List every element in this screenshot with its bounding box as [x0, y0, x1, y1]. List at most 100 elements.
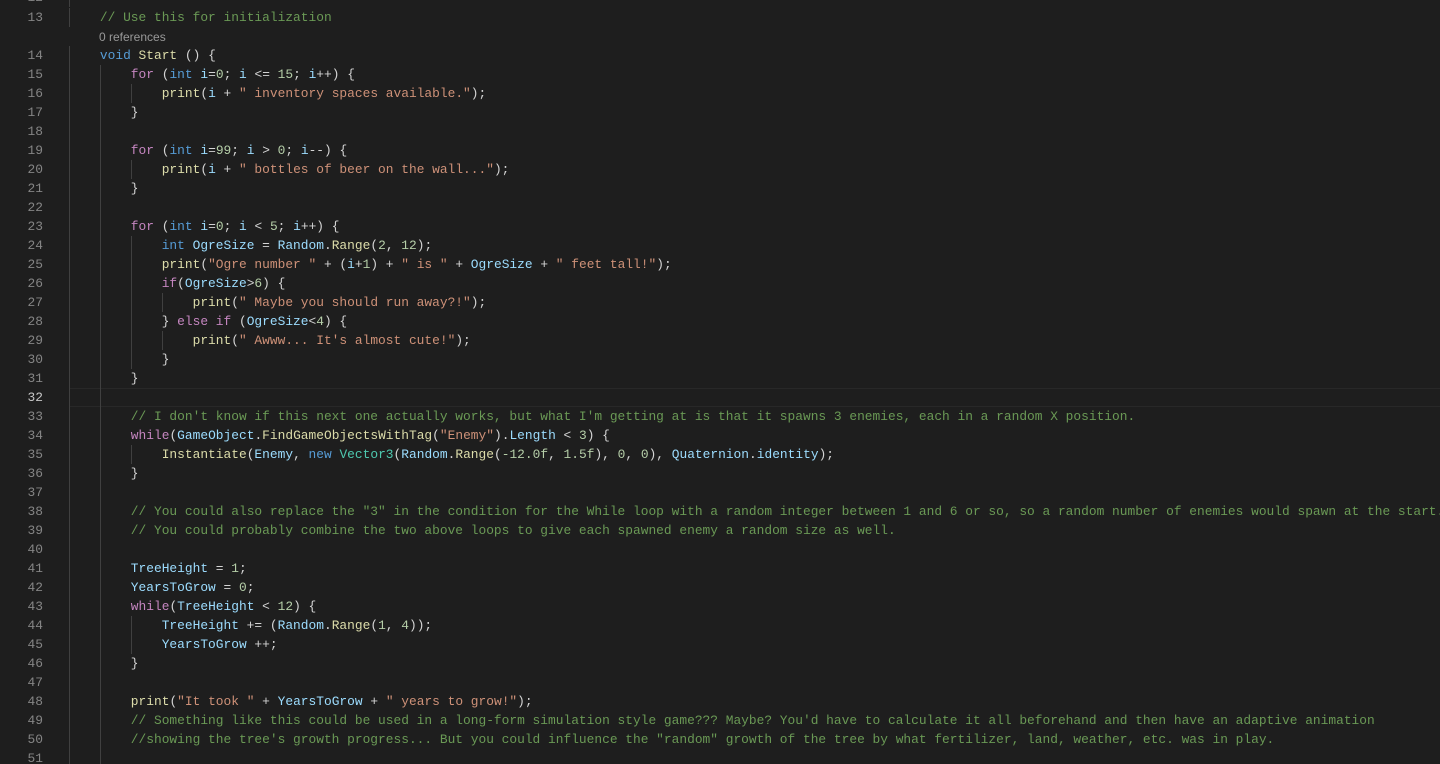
punctuation: ) { — [586, 428, 610, 443]
indent-guide — [69, 692, 70, 711]
identifier: OgreSize — [470, 257, 533, 272]
indent-guide — [130, 445, 132, 464]
indent-guide — [69, 255, 70, 274]
code-line[interactable]: YearsToGrow = 0; — [131, 578, 255, 597]
code-line[interactable]: int OgreSize = Random.Range(2, 12); — [162, 236, 432, 255]
number-literal: 0 — [215, 219, 224, 234]
punctuation: . — [323, 618, 332, 633]
code-line[interactable]: } else if (OgreSize<4) { — [162, 312, 347, 331]
code-line[interactable]: while(GameObject.FindGameObjectsWithTag(… — [131, 426, 610, 445]
indent-guide — [130, 293, 132, 312]
code-line[interactable]: print("Ogre number " + (i+1) + " is " + … — [162, 255, 672, 274]
code-line[interactable]: // Use this for initialization — [100, 8, 332, 27]
indent-guide — [69, 635, 70, 654]
code-line[interactable]: print(" Maybe you should run away?!"); — [193, 293, 487, 312]
punctuation: ( — [494, 447, 502, 462]
function-name: Range — [331, 618, 371, 633]
code-line[interactable]: for (int i=99; i > 0; i--) { — [131, 141, 347, 160]
code-line[interactable]: } — [162, 350, 170, 369]
line-number: 38 — [27, 504, 43, 519]
indent-guide — [99, 331, 101, 350]
code-line[interactable]: for (int i=0; i <= 15; i++) { — [131, 65, 355, 84]
code-line[interactable]: // You could probably combine the two ab… — [131, 521, 896, 540]
number-literal: 1 — [378, 618, 386, 633]
indent-guide — [99, 84, 101, 103]
code-line[interactable]: if(OgreSize>6) { — [162, 274, 286, 293]
control-keyword: while — [130, 428, 170, 443]
indent-guide — [130, 84, 132, 103]
identifier: YearsToGrow — [277, 694, 363, 709]
code-line[interactable]: print(" Awww... It's almost cute!"); — [193, 331, 471, 350]
code-line[interactable]: // I don't know if this next one actuall… — [131, 407, 1135, 426]
code-line[interactable]: } — [131, 654, 139, 673]
line-number: 31 — [27, 371, 43, 386]
punctuation: } — [161, 352, 170, 367]
line-number: 49 — [27, 713, 43, 728]
function-name: print — [192, 333, 232, 348]
punctuation — [208, 314, 216, 329]
indent-guide — [99, 616, 101, 635]
indent-guide — [130, 255, 132, 274]
line-number: 22 — [27, 200, 43, 215]
identifier: i — [208, 162, 216, 177]
punctuation: )); — [408, 618, 433, 633]
punctuation: ); — [517, 694, 533, 709]
punctuation: < — [254, 599, 278, 614]
code-line[interactable]: TreeHeight += (Random.Range(1, 4)); — [162, 616, 432, 635]
indent-guide — [69, 407, 70, 426]
code-line[interactable]: for (int i=0; i < 5; i++) { — [131, 217, 340, 236]
indent-guide — [69, 312, 70, 331]
identifier: i — [239, 67, 247, 82]
code-line[interactable]: } — [131, 103, 139, 122]
code-line[interactable]: print(i + " bottles of beer on the wall.… — [162, 160, 510, 179]
code-line[interactable]: while(TreeHeight < 12) { — [131, 597, 316, 616]
indent-guide — [69, 65, 70, 84]
indent-guide — [130, 616, 132, 635]
code-editor[interactable]: 0 references 1213// Use this for initial… — [0, 0, 1440, 764]
indent-guide — [69, 730, 70, 749]
type-name: Vector3 — [339, 447, 394, 462]
line-number: 14 — [27, 48, 43, 63]
code-line[interactable]: } — [131, 464, 139, 483]
code-line[interactable]: Instantiate(Enemy, new Vector3(Random.Ra… — [162, 445, 834, 464]
indent-guide — [99, 293, 101, 312]
indent-guide — [69, 654, 70, 673]
string-literal: " Maybe you should run away?!" — [238, 295, 471, 310]
punctuation: , — [548, 447, 564, 462]
code-line[interactable]: print("It took " + YearsToGrow + " years… — [131, 692, 533, 711]
code-line[interactable]: // Something like this could be used in … — [131, 711, 1375, 730]
punctuation: . — [323, 238, 332, 253]
identifier: Quaternion — [671, 447, 750, 462]
keyword: int — [169, 143, 193, 158]
code-line[interactable]: print(i + " inventory spaces available."… — [162, 84, 487, 103]
code-line[interactable]: TreeHeight = 1; — [131, 559, 247, 578]
number-literal: 1 — [231, 561, 239, 576]
current-line-highlight — [69, 388, 1440, 407]
codelens-references[interactable]: 0 references — [99, 29, 166, 46]
line-number: 46 — [27, 656, 43, 671]
line-number: 26 — [27, 276, 43, 291]
indent-guide — [99, 141, 101, 160]
code-line[interactable]: void Start () { — [100, 46, 216, 65]
function-name: print — [161, 86, 201, 101]
code-line[interactable]: //showing the tree's growth progress... … — [131, 730, 1275, 749]
punctuation: ( — [231, 314, 247, 329]
string-literal: " feet tall!" — [555, 257, 657, 272]
line-number: 28 — [27, 314, 43, 329]
line-number: 42 — [27, 580, 43, 595]
code-line[interactable]: // You could also replace the "3" in the… — [131, 502, 1440, 521]
line-number: 32 — [27, 390, 43, 405]
indent-guide — [69, 274, 70, 293]
number-literal: -12.0f — [501, 447, 549, 462]
keyword: void — [99, 48, 131, 63]
code-line[interactable]: YearsToGrow ++; — [162, 635, 278, 654]
indent-guide — [69, 8, 70, 27]
punctuation: ( — [432, 428, 440, 443]
control-keyword: if — [215, 314, 232, 329]
code-line[interactable]: } — [131, 369, 139, 388]
indent-guide — [69, 540, 70, 559]
line-number: 13 — [27, 10, 43, 25]
indent-guide — [130, 635, 132, 654]
indent-guide — [99, 692, 101, 711]
code-line[interactable]: } — [131, 179, 139, 198]
